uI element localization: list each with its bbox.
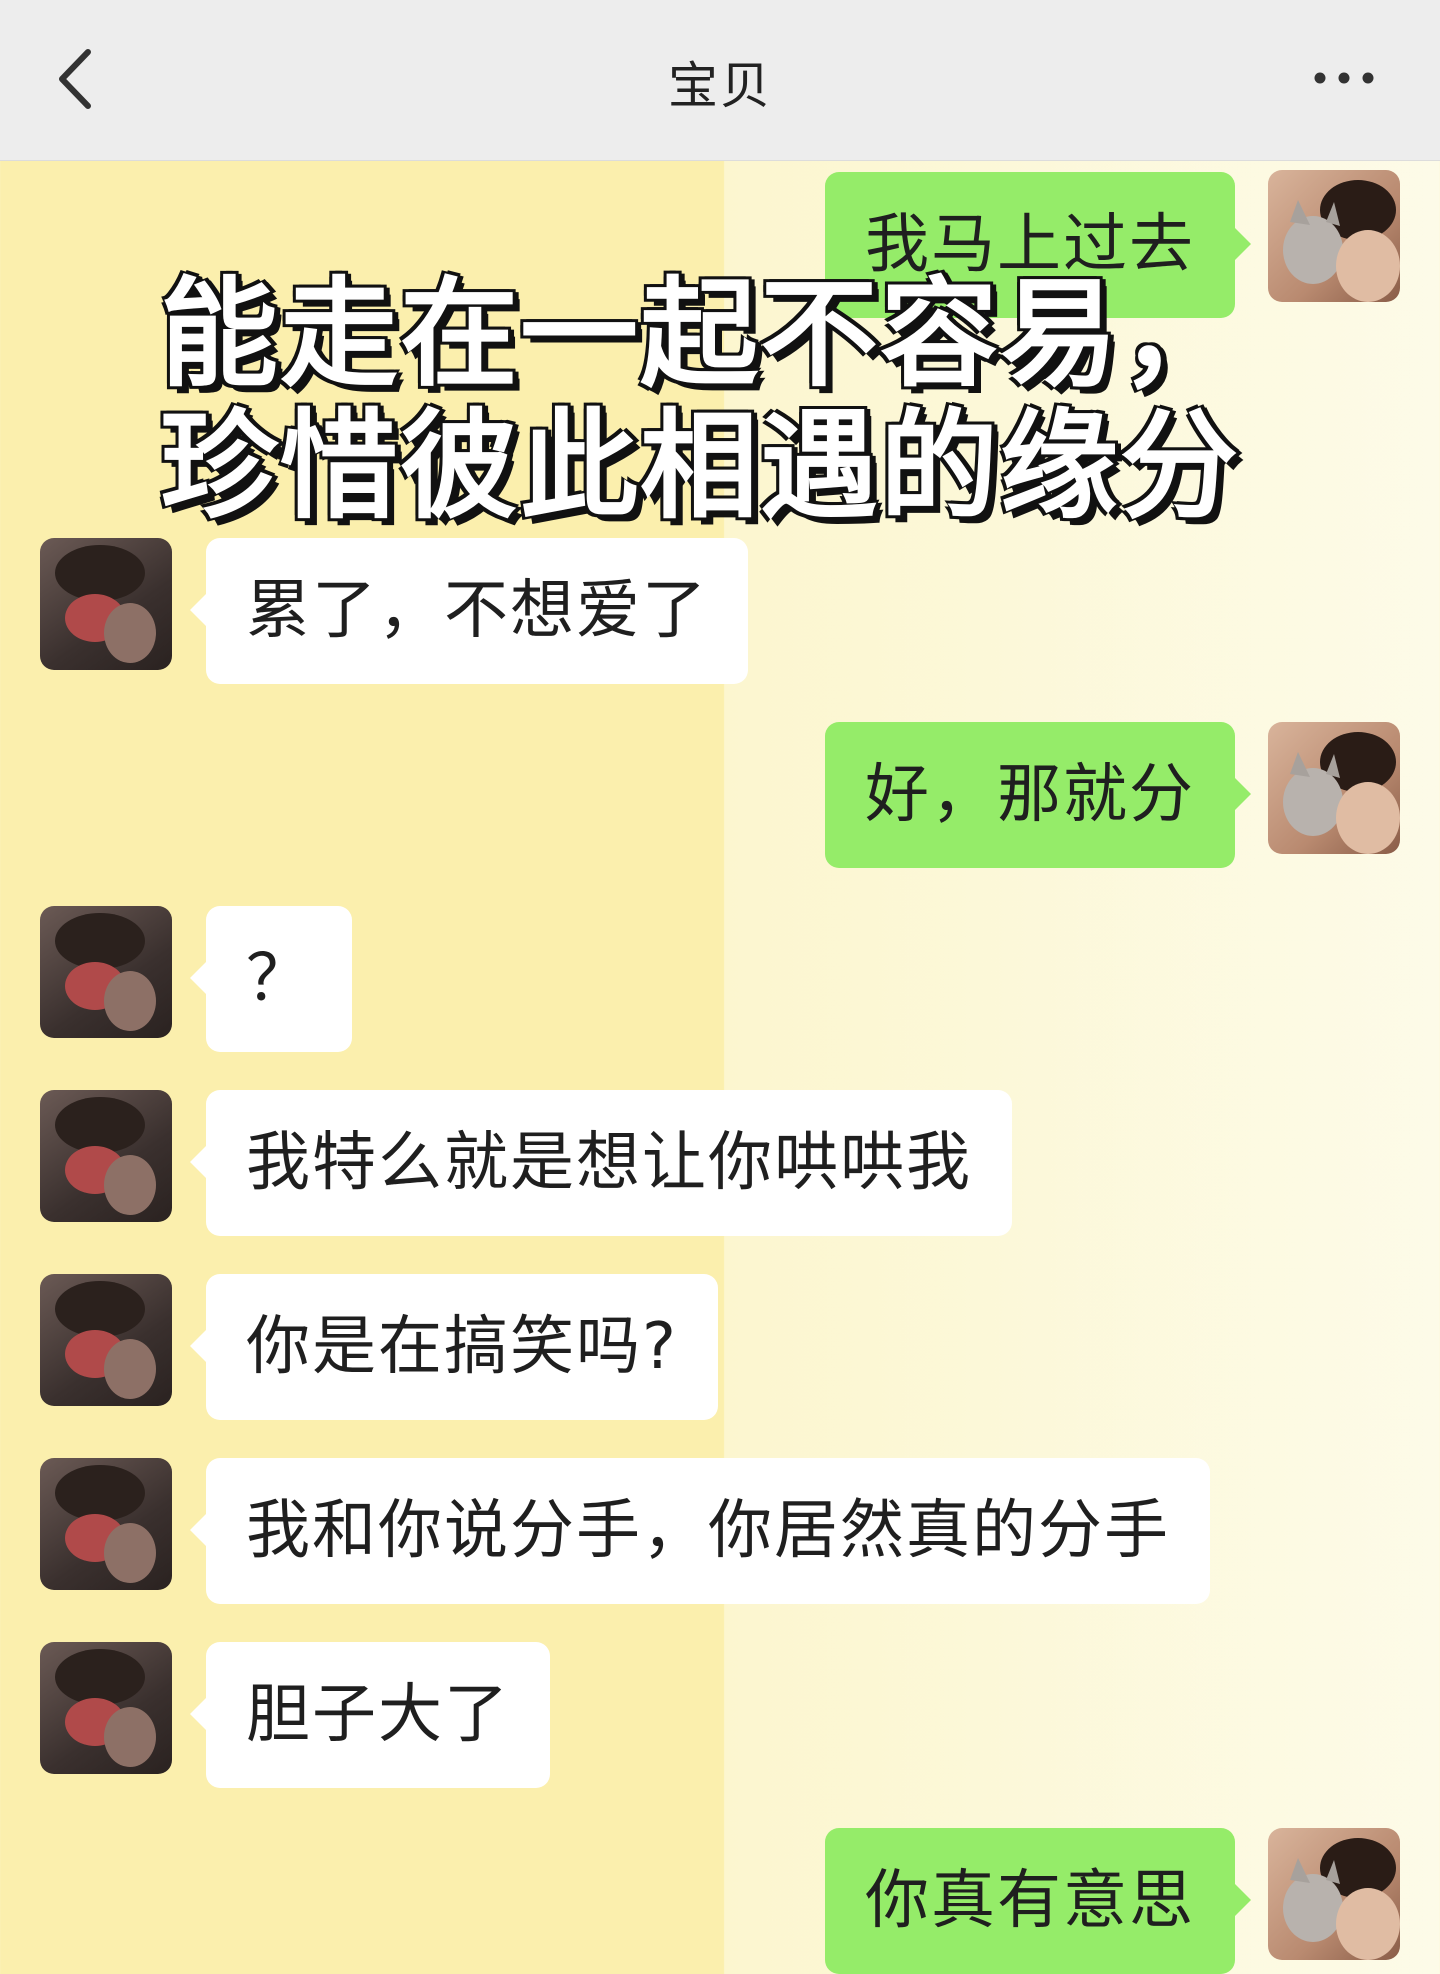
chevron-left-icon (59, 49, 91, 109)
my-avatar[interactable] (1268, 1828, 1400, 1960)
contact-avatar[interactable] (40, 906, 172, 1038)
more-button[interactable] (1310, 60, 1390, 96)
overlay-caption: 能走在一起不容易，珍惜彼此相遇的缘分 (160, 265, 1241, 535)
back-button[interactable] (50, 44, 110, 114)
my-avatar[interactable] (1268, 722, 1400, 854)
contact-avatar[interactable] (40, 1458, 172, 1590)
message-bubble-incoming[interactable]: ？ (190, 906, 352, 1052)
chat-title: 宝贝 (668, 57, 772, 115)
message-bubble-incoming[interactable]: 累了，不想爱了 (190, 538, 748, 684)
message-bubble-outgoing[interactable]: 好，那就分 (825, 722, 1251, 868)
contact-avatar[interactable] (40, 1642, 172, 1774)
message-bubble-incoming[interactable]: 我和你说分手，你居然真的分手 (190, 1458, 1210, 1604)
message-bubble-outgoing[interactable]: 你真有意思 (825, 1828, 1251, 1974)
contact-avatar[interactable] (40, 1274, 172, 1406)
message-bubble-incoming[interactable]: 我特么就是想让你哄哄我 (190, 1090, 1012, 1236)
more-dots-icon (1314, 72, 1374, 84)
contact-avatar[interactable] (40, 538, 172, 670)
message-bubble-incoming[interactable]: 胆子大了 (190, 1642, 550, 1788)
message-bubble-incoming[interactable]: 你是在搞笑吗? (190, 1274, 718, 1420)
contact-avatar[interactable] (40, 1090, 172, 1222)
chat-header: 宝贝 (0, 0, 1440, 161)
